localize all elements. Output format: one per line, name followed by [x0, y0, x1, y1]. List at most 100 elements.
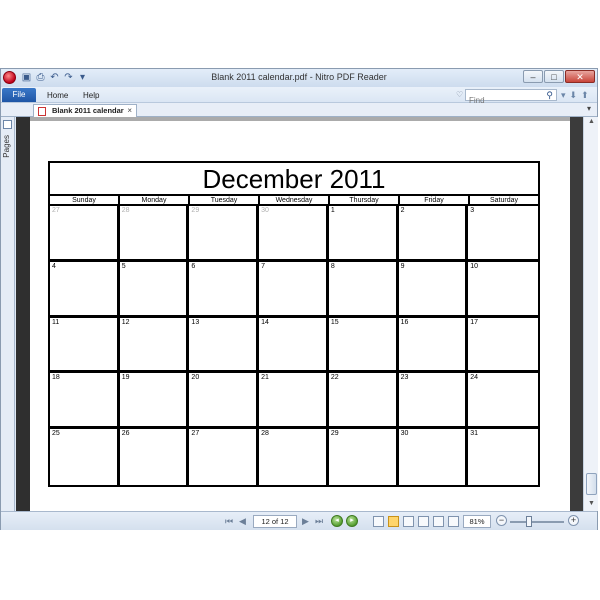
continuous-view-icon[interactable]: [388, 516, 399, 527]
last-page-icon[interactable]: ⏭: [315, 516, 323, 526]
weekday-label: Wednesday: [260, 196, 330, 204]
page-border-right: [570, 117, 583, 511]
day-cell: 13: [189, 317, 260, 374]
fit-page-icon[interactable]: [448, 516, 459, 527]
day-number: 14: [261, 318, 269, 326]
day-cell: 24: [468, 373, 538, 430]
day-number: 10: [470, 262, 479, 270]
day-cell: 17: [468, 318, 538, 374]
panel-toggle-icon[interactable]: [3, 120, 12, 129]
day-cell: 19: [119, 373, 190, 430]
prev-page-icon[interactable]: ◀: [239, 516, 246, 526]
single-page-view-icon[interactable]: [373, 516, 384, 527]
find-down-icon[interactable]: ⬇: [570, 90, 578, 101]
search-icon[interactable]: ⚲: [546, 90, 553, 101]
document-tab[interactable]: Blank 2011 calendar ×: [33, 104, 137, 117]
zoom-in-icon[interactable]: +: [568, 515, 579, 526]
day-number: 20: [191, 374, 200, 382]
facing-continuous-view-icon[interactable]: [418, 516, 429, 527]
calendar-title: December 2011: [50, 163, 538, 196]
vertical-scrollbar[interactable]: ▲ ▼: [583, 117, 598, 511]
document-tab-label: Blank 2011 calendar: [52, 106, 124, 115]
day-number: 28: [261, 430, 269, 438]
day-number: 30: [261, 207, 269, 214]
day-number: 28: [121, 207, 130, 214]
day-number: 12: [121, 318, 130, 326]
day-number: 2: [400, 207, 405, 214]
find-up-icon[interactable]: ⬆: [581, 90, 589, 101]
day-number: 19: [121, 374, 130, 382]
day-cell: 10: [468, 262, 538, 318]
ribbon-bar: File Home Help ♡ ⚲ ▾ ⬇ ⬆: [1, 87, 597, 106]
side-panel: Pages: [1, 117, 15, 511]
next-page-icon[interactable]: ▶: [302, 516, 309, 526]
day-number: 17: [470, 318, 479, 326]
day-cell: 1: [328, 206, 399, 262]
day-cell: 18: [50, 373, 120, 430]
tabs-menu-icon[interactable]: ▾: [587, 104, 591, 113]
heart-icon[interactable]: ♡: [456, 90, 463, 99]
zoom-slider-thumb[interactable]: [526, 516, 532, 527]
day-cell: 7: [259, 261, 329, 318]
day-cell: 25: [50, 429, 120, 485]
weekday-label: Thursday: [330, 196, 400, 204]
day-cell: 22: [328, 373, 399, 430]
page-border-left: [16, 117, 30, 511]
day-number: 6: [191, 262, 196, 270]
first-page-icon[interactable]: ⏮: [225, 516, 233, 526]
day-number: 23: [400, 374, 409, 382]
go-back-icon[interactable]: ◂: [331, 515, 343, 527]
day-cell: 5: [119, 261, 190, 318]
pages-panel-tab[interactable]: Pages: [2, 135, 11, 158]
tab-close-icon[interactable]: ×: [127, 105, 132, 117]
day-cell: 30: [399, 429, 469, 485]
day-cell: 4: [50, 261, 120, 318]
file-tab[interactable]: File: [2, 88, 36, 102]
day-cell: 12: [119, 317, 190, 374]
day-number: 30: [400, 430, 409, 438]
day-cell: 26: [120, 429, 190, 485]
zoom-out-icon[interactable]: −: [496, 515, 507, 526]
day-number: 16: [400, 318, 409, 326]
day-number: 8: [330, 262, 335, 270]
weekday-label: Friday: [400, 196, 470, 204]
facing-view-icon[interactable]: [403, 516, 414, 527]
status-bar: ⏮ ◀ 12 of 12 ▶ ⏭ ◂ ▸ 81% − +: [1, 511, 597, 530]
tab-help[interactable]: Help: [83, 91, 99, 100]
day-number: 25: [52, 430, 60, 438]
day-cell: 2: [398, 206, 469, 262]
day-number: 26: [121, 430, 130, 438]
scroll-thumb[interactable]: [586, 473, 597, 495]
day-cell: 28: [259, 429, 329, 485]
day-number: 9: [400, 262, 405, 270]
find-nav: ▾ ⬇ ⬆: [561, 90, 589, 101]
scroll-up-icon[interactable]: ▲: [586, 118, 597, 128]
day-cell: 28: [119, 206, 190, 262]
minimize-button[interactable]: –: [523, 70, 543, 83]
window-controls: – □ ✕: [523, 70, 595, 83]
day-cell: 31: [468, 429, 538, 485]
day-number: 18: [52, 374, 60, 382]
day-cell: 16: [398, 317, 469, 374]
scroll-down-icon[interactable]: ▼: [586, 500, 597, 510]
day-number: 22: [330, 374, 339, 382]
day-cell: 29: [329, 429, 399, 485]
close-button[interactable]: ✕: [565, 70, 595, 83]
tab-home[interactable]: Home: [47, 91, 68, 100]
day-cell: 8: [328, 261, 399, 318]
day-number: 1: [330, 207, 335, 214]
maximize-button[interactable]: □: [544, 70, 564, 83]
day-cell: 14: [259, 317, 329, 374]
day-number: 24: [470, 374, 479, 382]
find-options-icon[interactable]: ▾: [561, 90, 566, 101]
day-number: 3: [470, 207, 475, 214]
page-number-field[interactable]: 12 of 12: [253, 515, 297, 528]
fit-width-icon[interactable]: [433, 516, 444, 527]
zoom-slider-track[interactable]: [510, 521, 564, 523]
weekday-label: Monday: [120, 196, 190, 204]
day-number: 27: [191, 430, 200, 438]
zoom-level[interactable]: 81%: [463, 515, 491, 528]
day-cell: 6: [189, 261, 260, 318]
go-forward-icon[interactable]: ▸: [346, 515, 358, 527]
day-cell: 20: [189, 373, 260, 430]
